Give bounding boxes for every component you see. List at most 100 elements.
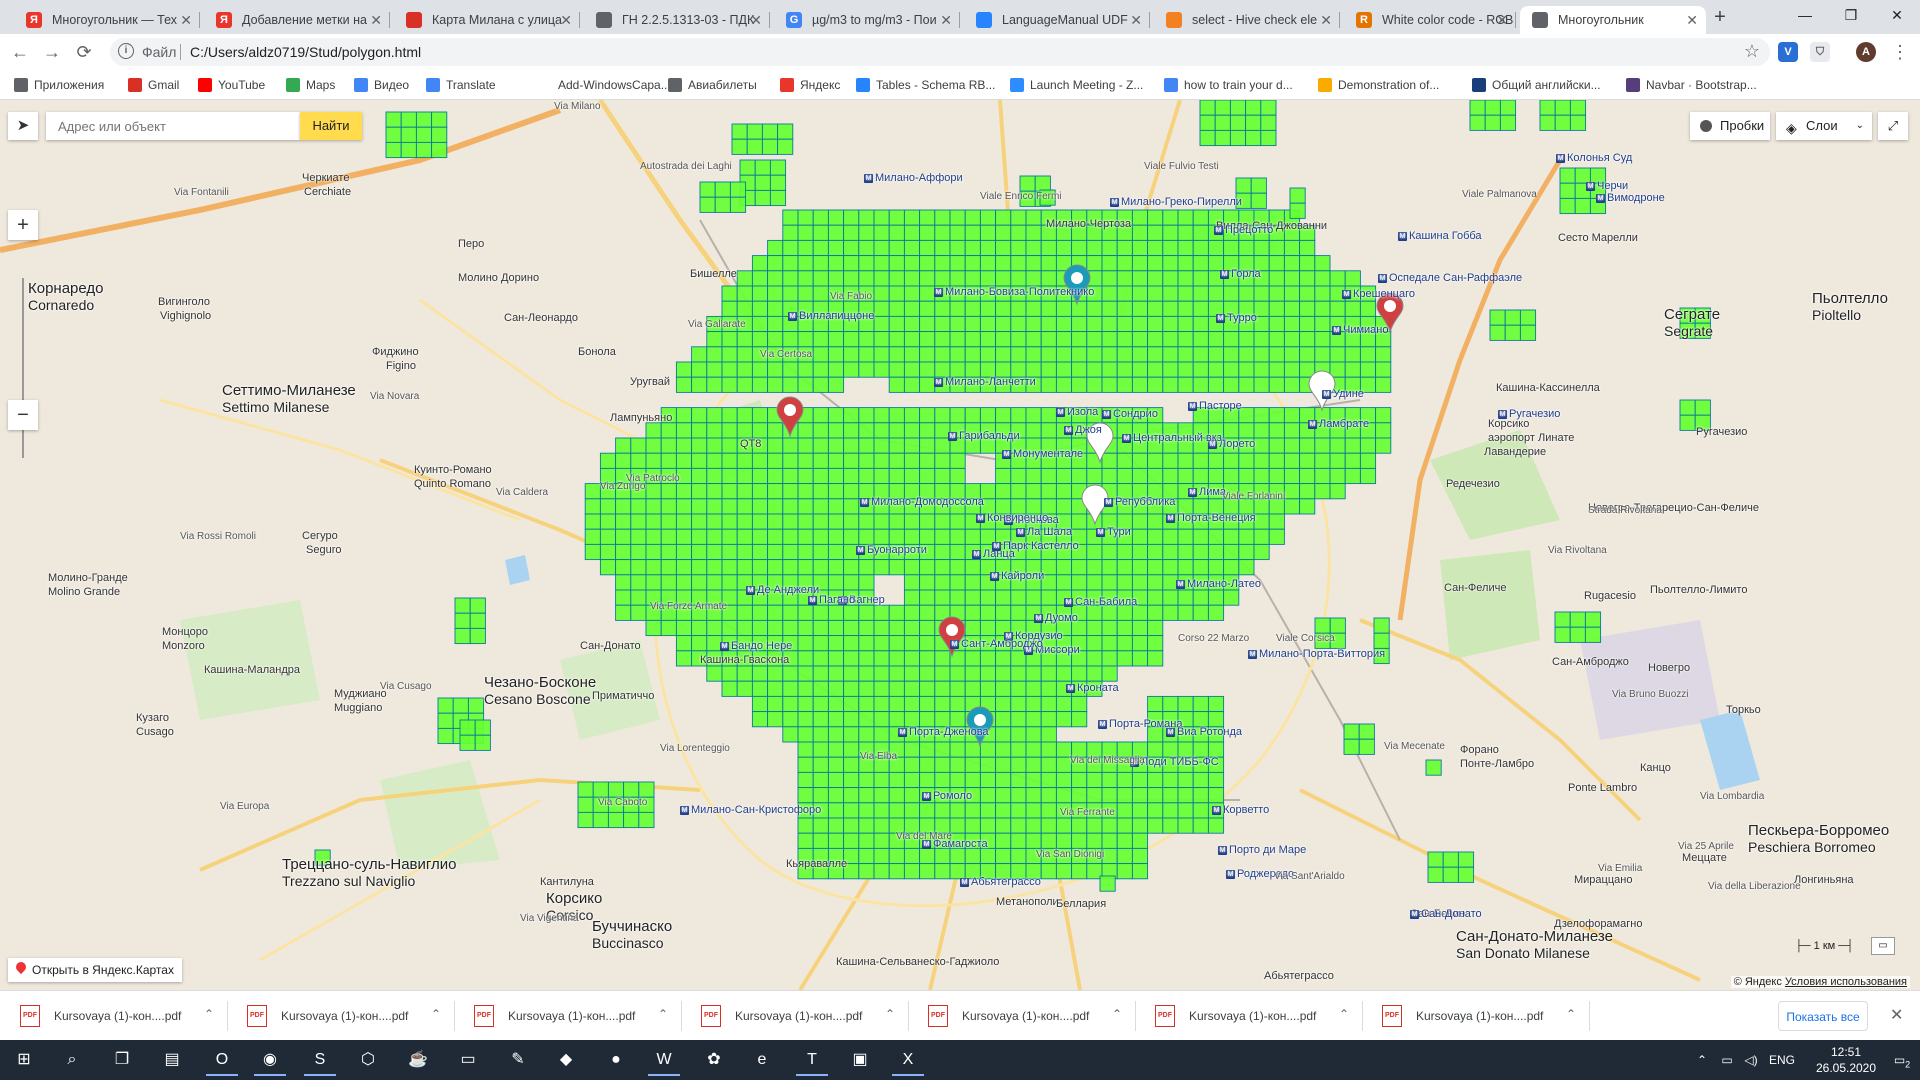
polygon-cell[interactable] (919, 559, 936, 576)
polygon-cell[interactable] (1235, 177, 1252, 194)
polygon-cell[interactable] (903, 209, 921, 226)
polygon-cell[interactable] (1131, 239, 1149, 257)
polygon-cell[interactable] (1162, 270, 1179, 287)
polygon-cell[interactable] (858, 726, 875, 743)
polygon-cell[interactable] (903, 847, 921, 865)
polygon-cell[interactable] (1101, 467, 1118, 485)
polygon-cell[interactable] (1268, 467, 1285, 485)
polygon-cell[interactable] (979, 665, 997, 682)
polygon-cell[interactable] (919, 513, 936, 530)
polygon-cell[interactable] (812, 209, 829, 226)
polygon-cell[interactable] (964, 802, 981, 819)
polygon-cell[interactable] (1177, 559, 1194, 576)
polygon-cell[interactable] (1025, 255, 1042, 272)
terms-of-use-link[interactable]: Условия использования (1785, 976, 1907, 988)
polygon-cell[interactable] (995, 315, 1012, 333)
polygon-cell[interactable] (888, 635, 905, 652)
polygon-cell[interactable] (1177, 695, 1194, 713)
polygon-cell[interactable] (736, 513, 753, 530)
polygon-cell[interactable] (1162, 741, 1179, 758)
polygon-cell[interactable] (782, 376, 799, 393)
polygon-cell[interactable] (827, 817, 845, 834)
polygon-cell[interactable] (1040, 239, 1057, 257)
polygon-cell[interactable] (767, 361, 784, 378)
polygon-cell[interactable] (1268, 437, 1285, 454)
polygon-cell[interactable] (1569, 114, 1587, 131)
polygon-cell[interactable] (782, 209, 799, 226)
show-all-downloads-button[interactable]: Показать все (1778, 1001, 1868, 1031)
polygon-cell[interactable] (1457, 851, 1475, 868)
polygon-cell[interactable] (615, 513, 632, 530)
polygon-cell[interactable] (1147, 574, 1164, 591)
polygon-cell[interactable] (888, 863, 905, 880)
zoom-icon[interactable]: ● (596, 1044, 636, 1076)
bookmark-item[interactable]: Translate (426, 75, 496, 95)
polygon-cell[interactable] (736, 559, 753, 576)
polygon-cell[interactable] (1559, 167, 1576, 184)
polygon-cell[interactable] (812, 726, 829, 743)
polygon-cell[interactable] (1559, 182, 1576, 199)
polygon-cell[interactable] (782, 452, 799, 469)
polygon-cell[interactable] (660, 543, 677, 561)
polygon-cell[interactable] (767, 680, 784, 697)
polygon-cell[interactable] (873, 711, 890, 728)
polygon-cell[interactable] (934, 711, 951, 728)
extension-v-icon[interactable]: V (1778, 42, 1798, 62)
polygon-cell[interactable] (721, 331, 738, 348)
polygon-cell[interactable] (1116, 832, 1133, 849)
polygon-cell[interactable] (934, 270, 951, 287)
polygon-cell[interactable] (888, 346, 905, 363)
polygon-cell[interactable] (431, 126, 448, 143)
polygon-cell[interactable] (949, 331, 966, 348)
polygon-cell[interactable] (1086, 665, 1103, 682)
polygon-cell[interactable] (873, 300, 890, 317)
polygon-cell[interactable] (721, 528, 738, 545)
polygon-cell[interactable] (873, 847, 890, 865)
polygon-cell[interactable] (645, 422, 662, 439)
polygon-cell[interactable] (1010, 467, 1027, 485)
polygon-cell[interactable] (995, 650, 1012, 667)
polygon-cell[interactable] (691, 543, 708, 561)
polygon-cell[interactable] (782, 543, 799, 561)
polygon-cell[interactable] (812, 741, 829, 758)
polygon-cell[interactable] (827, 802, 845, 819)
polygon-cell[interactable] (1131, 528, 1149, 545)
polygon-cell[interactable] (1147, 315, 1164, 333)
polygon-cell[interactable] (1147, 270, 1164, 287)
polygon-cell[interactable] (1245, 100, 1262, 116)
polygon-cell[interactable] (1010, 726, 1027, 743)
polygon-cell[interactable] (903, 635, 921, 652)
polygon-cell[interactable] (1177, 771, 1194, 789)
polygon-cell[interactable] (769, 159, 787, 176)
chevron-up-icon[interactable]: ⌃ (1112, 1007, 1122, 1021)
polygon-cell[interactable] (812, 407, 829, 424)
polygon-cell[interactable] (767, 239, 784, 257)
polygon-cell[interactable] (843, 771, 860, 789)
polygon-cell[interactable] (964, 315, 981, 333)
polygon-cell[interactable] (767, 619, 784, 637)
polygon-cell[interactable] (995, 741, 1012, 758)
polygon-cell[interactable] (812, 255, 829, 272)
polygon-cell[interactable] (660, 528, 677, 545)
polygon-cell[interactable] (1071, 467, 1088, 485)
polygon-cell[interactable] (1253, 528, 1270, 545)
polygon-cell[interactable] (459, 719, 476, 736)
polygon-cell[interactable] (1283, 239, 1301, 257)
polygon-cell[interactable] (736, 407, 753, 424)
new-tab-button[interactable]: + (1708, 6, 1732, 30)
polygon-cell[interactable] (812, 361, 829, 378)
polygon-cell[interactable] (797, 787, 814, 804)
polygon-cell[interactable] (675, 361, 693, 378)
polygon-cell[interactable] (919, 270, 936, 287)
polygon-cell[interactable] (1253, 543, 1270, 561)
polygon-cell[interactable] (1131, 619, 1149, 637)
polygon-cell[interactable] (979, 224, 997, 241)
polygon-cell[interactable] (903, 467, 921, 485)
polygon-cell[interactable] (1040, 711, 1057, 728)
polygon-cell[interactable] (706, 665, 723, 682)
polygon-cell[interactable] (1086, 467, 1103, 485)
polygon-cell[interactable] (584, 498, 601, 515)
polygon-cell[interactable] (1040, 665, 1057, 682)
polygon-cell[interactable] (660, 498, 677, 515)
polygon-cell[interactable] (1055, 300, 1073, 317)
